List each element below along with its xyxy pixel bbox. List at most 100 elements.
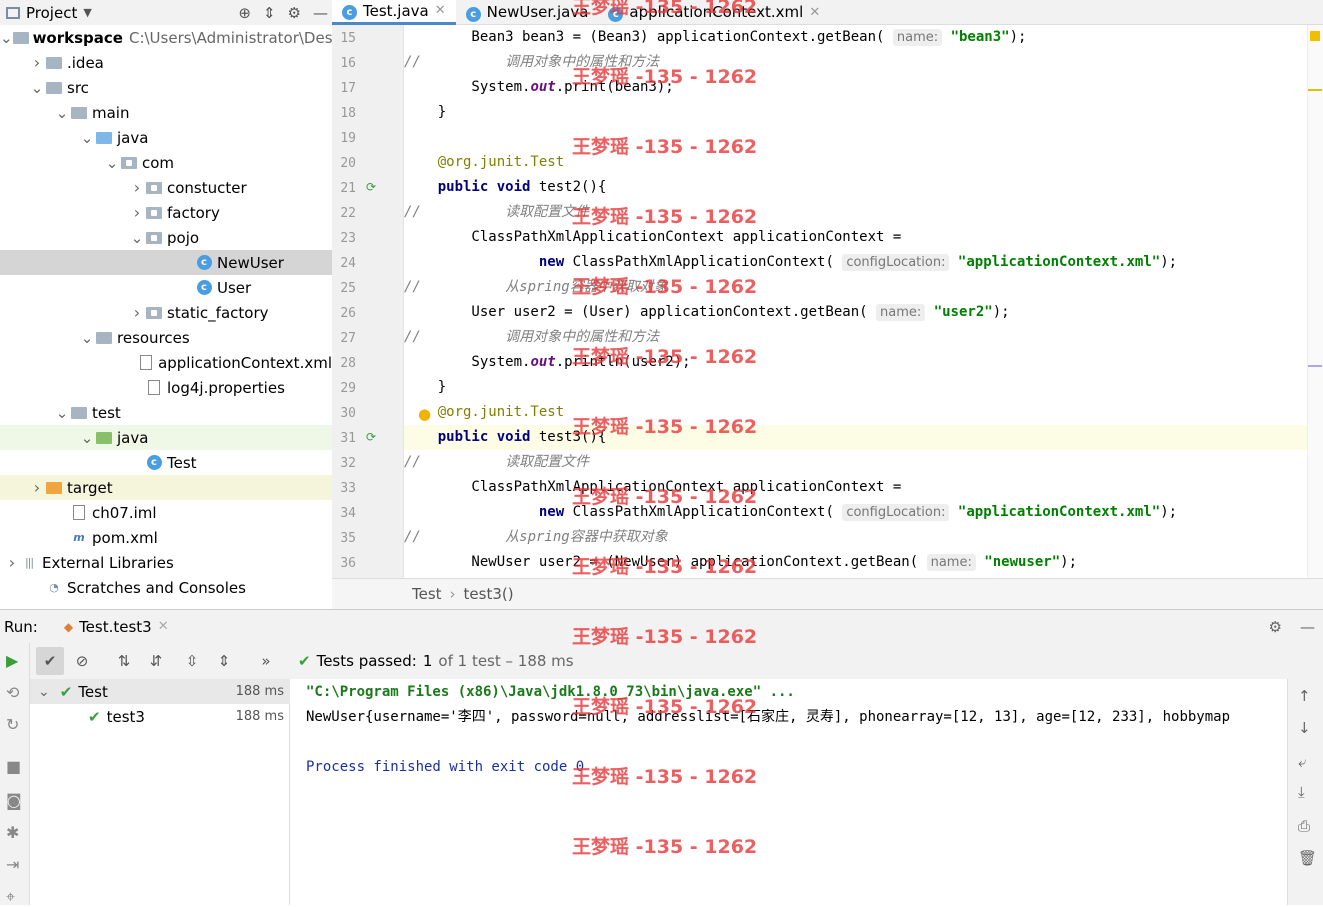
- test-result-row[interactable]: ✔ test3 188 ms: [30, 704, 290, 729]
- code-line[interactable]: // 读取配置文件: [404, 200, 1307, 225]
- code-line[interactable]: // 从spring容器中获取对象: [404, 275, 1307, 300]
- editor-tab[interactable]: c applicationContext.xml ✕: [598, 0, 830, 25]
- trash-icon[interactable]: 🗑: [1298, 849, 1317, 867]
- chevron-down-icon[interactable]: ⌄: [79, 329, 95, 347]
- code-line[interactable]: // 读取配置文件: [404, 450, 1307, 475]
- code-line[interactable]: public void test3(){: [404, 425, 1307, 450]
- tree-item[interactable]: ⌄ test: [0, 400, 332, 425]
- tree-item[interactable]: m pom.xml: [0, 525, 332, 550]
- code-line[interactable]: }: [404, 375, 1307, 400]
- code-line[interactable]: ClassPathXmlApplicationContext applicati…: [404, 225, 1307, 250]
- tree-item[interactable]: ⌄ src: [0, 75, 332, 100]
- up-arrow-icon[interactable]: ↑: [1298, 687, 1311, 705]
- close-icon[interactable]: ✕: [158, 619, 169, 634]
- sort-duration-icon[interactable]: ⇵: [142, 647, 170, 675]
- camera-icon[interactable]: ◙: [6, 791, 22, 810]
- tree-item[interactable]: ⌄ java: [0, 125, 332, 150]
- breadcrumb-method[interactable]: test3(): [464, 585, 514, 603]
- show-ignored-icon[interactable]: ⊘: [68, 647, 96, 675]
- code-editor[interactable]: Bean3 bean3 = (Bean3) applicationContext…: [404, 25, 1307, 578]
- show-passed-icon[interactable]: ✔: [36, 647, 64, 675]
- chevron-right-icon[interactable]: ›: [29, 53, 45, 72]
- stop-icon[interactable]: ■: [6, 757, 21, 776]
- chevron-right-icon[interactable]: ›: [129, 178, 145, 197]
- code-line[interactable]: [404, 125, 1307, 150]
- warning-marker[interactable]: [1310, 31, 1320, 41]
- console-output[interactable]: "C:\Program Files (x86)\Java\jdk1.8.0_73…: [290, 679, 1287, 905]
- tree-item[interactable]: › target: [0, 475, 332, 500]
- chevron-down-icon[interactable]: ⌄: [104, 154, 120, 172]
- print-icon[interactable]: ⎙: [1298, 817, 1310, 835]
- tree-item[interactable]: › factory: [0, 200, 332, 225]
- code-line[interactable]: NewUser user2 = (NewUser) applicationCon…: [404, 550, 1307, 575]
- tree-item[interactable]: c NewUser: [0, 250, 332, 275]
- chevron-down-icon[interactable]: ⌄: [0, 29, 13, 47]
- chevron-down-icon[interactable]: ⌄: [29, 79, 45, 97]
- tree-item[interactable]: ⌄ java: [0, 425, 332, 450]
- tree-item[interactable]: › constucter: [0, 175, 332, 200]
- tree-item[interactable]: c Test: [0, 450, 332, 475]
- debug-icon[interactable]: ✱: [6, 823, 19, 842]
- close-icon[interactable]: ✕: [435, 3, 446, 18]
- code-line[interactable]: // 调用对象中的属性和方法: [404, 50, 1307, 75]
- locate-icon[interactable]: ⊕: [238, 4, 251, 22]
- code-line[interactable]: System.out.println(user2);: [404, 350, 1307, 375]
- chevron-right-icon[interactable]: ›: [129, 203, 145, 222]
- chevron-down-icon[interactable]: ⌄: [38, 684, 50, 700]
- chevron-down-icon[interactable]: ⌄: [54, 404, 70, 422]
- tree-item[interactable]: c User: [0, 275, 332, 300]
- warning-marker[interactable]: [1308, 89, 1322, 91]
- tree-item[interactable]: ◔ Scratches and Consoles: [0, 575, 332, 600]
- more-icon[interactable]: »: [252, 647, 280, 675]
- chevron-right-icon[interactable]: ›: [129, 303, 145, 322]
- rerun-icon[interactable]: ▶: [6, 651, 18, 670]
- tree-item[interactable]: ch07.iml: [0, 500, 332, 525]
- close-icon[interactable]: ✕: [809, 5, 820, 20]
- tree-item[interactable]: › ||| External Libraries: [0, 550, 332, 575]
- tree-item[interactable]: ⌄ resources: [0, 325, 332, 350]
- expand-all-icon[interactable]: ⇳: [178, 647, 206, 675]
- down-arrow-icon[interactable]: ↓: [1298, 719, 1311, 737]
- chevron-down-icon[interactable]: ⌄: [54, 104, 70, 122]
- tree-item[interactable]: › static_factory: [0, 300, 332, 325]
- minimize-icon[interactable]: —: [313, 4, 328, 22]
- editor-tab[interactable]: c NewUser.java: [456, 0, 599, 25]
- tree-item[interactable]: ⌄ pojo: [0, 225, 332, 250]
- breadcrumb-class[interactable]: Test: [412, 585, 442, 603]
- sort-alpha-icon[interactable]: ⇅: [110, 647, 138, 675]
- code-line[interactable]: @org.junit.Test: [404, 150, 1307, 175]
- collapse-all-icon[interactable]: ⇕: [263, 4, 276, 22]
- tree-item[interactable]: › .idea: [0, 50, 332, 75]
- chevron-down-icon[interactable]: ⌄: [79, 129, 95, 147]
- exit-icon[interactable]: ⇥: [6, 855, 19, 874]
- code-line[interactable]: new ClassPathXmlApplicationContext( conf…: [404, 500, 1307, 525]
- soft-wrap-icon[interactable]: ⤶: [1298, 753, 1306, 771]
- run-test-icon[interactable]: ⟳: [366, 430, 376, 444]
- rerun-failed-icon[interactable]: ⟲: [6, 683, 19, 702]
- collapse-all-icon[interactable]: ⇕: [210, 647, 238, 675]
- minimize-icon[interactable]: —: [1300, 618, 1315, 636]
- code-line[interactable]: // 调用对象中的属性和方法: [404, 325, 1307, 350]
- code-line[interactable]: }: [404, 100, 1307, 125]
- code-line[interactable]: User user2 = (User) applicationContext.g…: [404, 300, 1307, 325]
- change-marker[interactable]: [1308, 365, 1322, 367]
- code-line[interactable]: System.out.print(bean3);: [404, 75, 1307, 100]
- code-line[interactable]: @org.junit.Test: [404, 400, 1307, 425]
- tree-item[interactable]: ⌄ com: [0, 150, 332, 175]
- tree-item[interactable]: applicationContext.xml: [0, 350, 332, 375]
- code-line[interactable]: new ClassPathXmlApplicationContext( conf…: [404, 250, 1307, 275]
- editor-scrollbar[interactable]: [1307, 25, 1323, 578]
- pin-icon[interactable]: ⌖: [6, 887, 15, 907]
- tree-item[interactable]: log4j.properties: [0, 375, 332, 400]
- run-tab[interactable]: ◆ Test.test3 ✕: [64, 618, 169, 636]
- code-line[interactable]: Bean3 bean3 = (Bean3) applicationContext…: [404, 25, 1307, 50]
- chevron-right-icon[interactable]: ›: [29, 478, 45, 497]
- tree-item[interactable]: ⌄ main: [0, 100, 332, 125]
- gear-icon[interactable]: ⚙: [1269, 618, 1282, 636]
- code-line[interactable]: public void test2(){: [404, 175, 1307, 200]
- code-line[interactable]: ClassPathXmlApplicationContext applicati…: [404, 475, 1307, 500]
- run-test-icon[interactable]: ⟳: [366, 180, 376, 194]
- editor-tab[interactable]: c Test.java ✕: [332, 0, 456, 25]
- chevron-down-icon[interactable]: ⌄: [79, 429, 95, 447]
- chevron-down-icon[interactable]: ⌄: [129, 229, 145, 247]
